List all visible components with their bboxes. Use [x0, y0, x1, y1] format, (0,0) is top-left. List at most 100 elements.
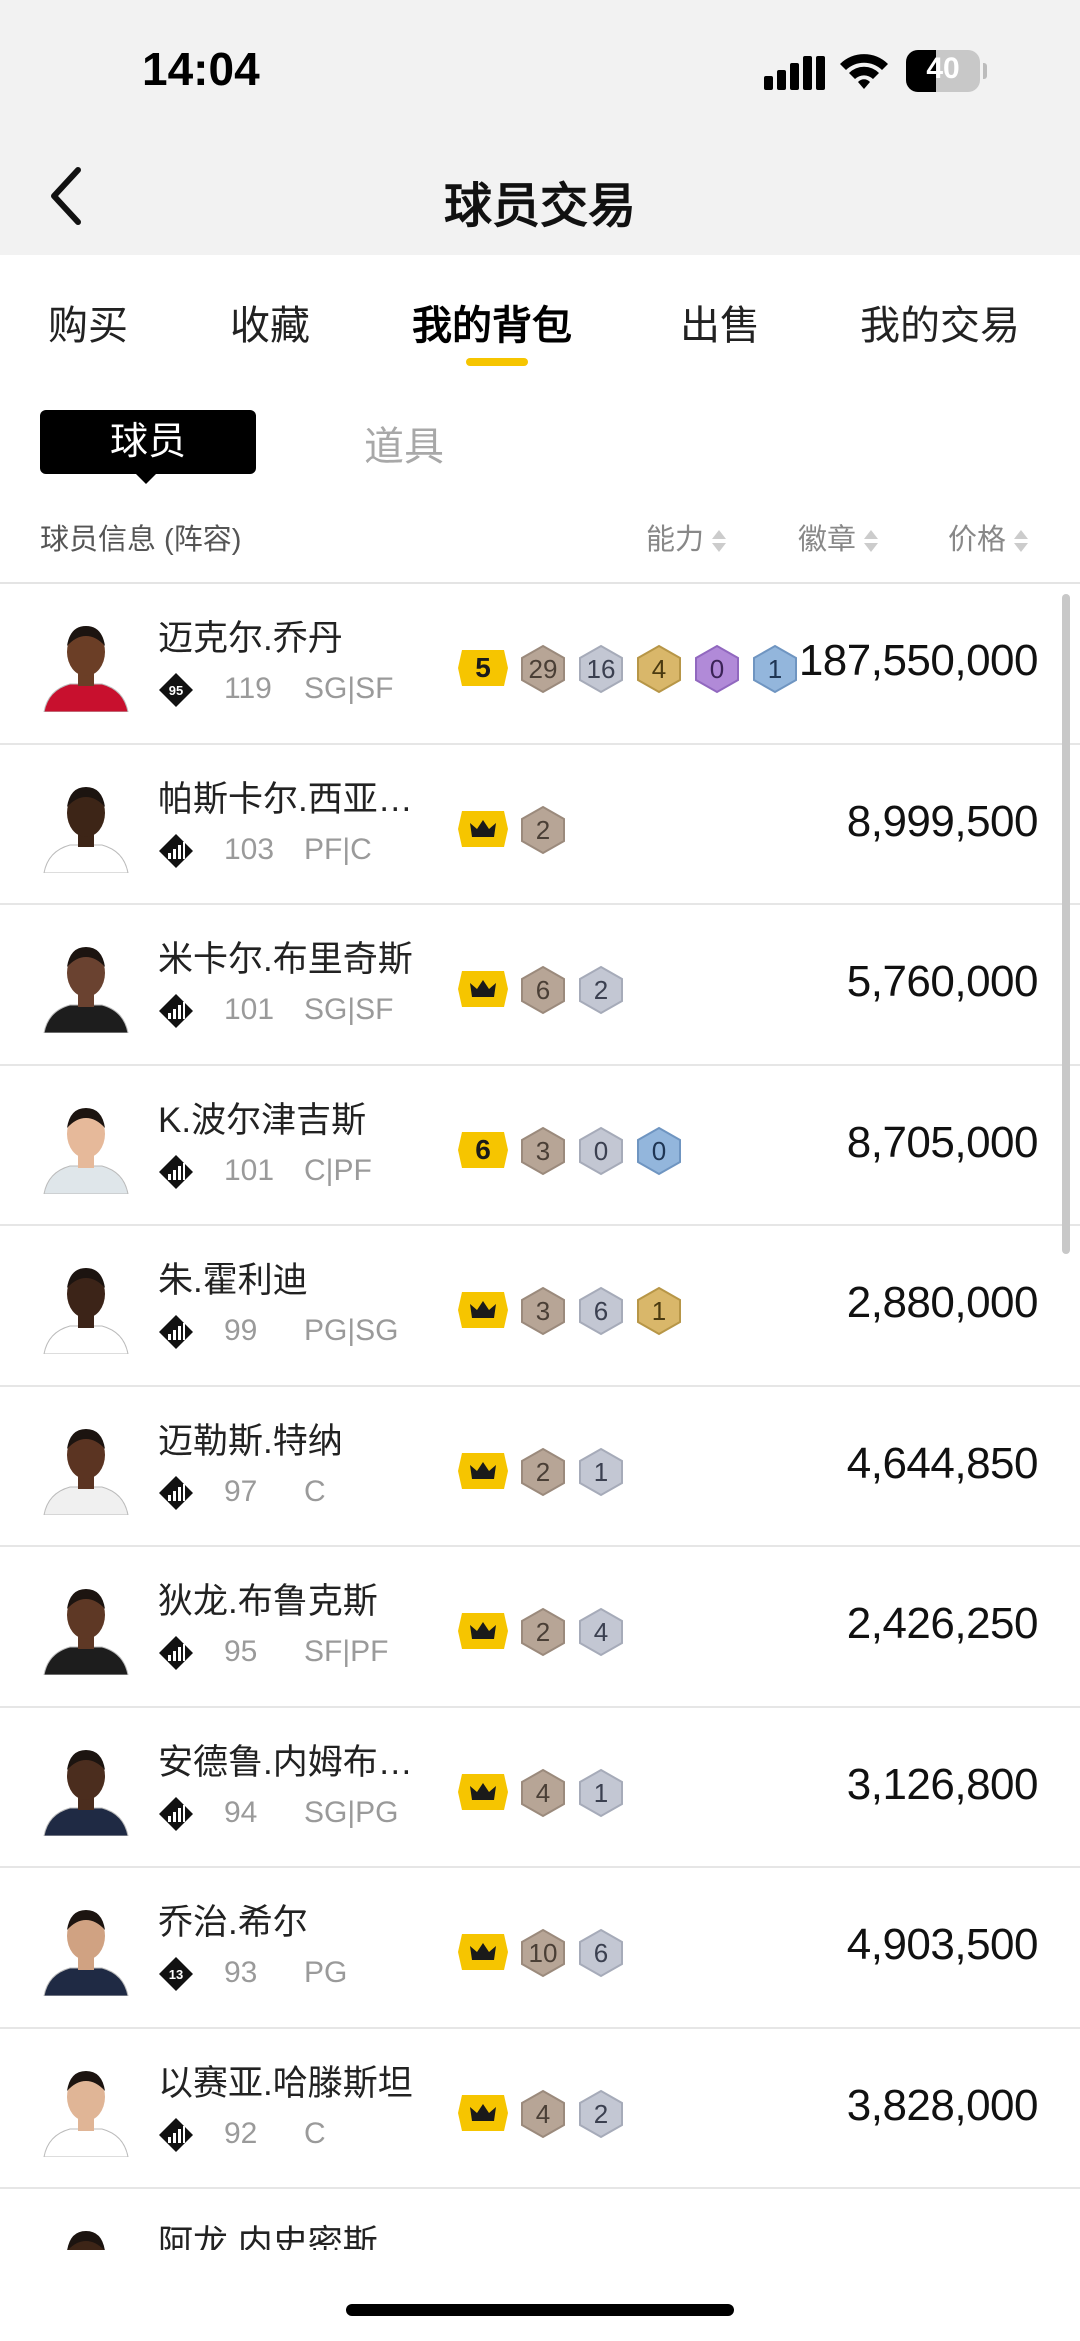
rank-diamond-icon: 95 [159, 673, 193, 707]
player-price: 2,426,250 [846, 1599, 1039, 1648]
player-rating: 97 [224, 1474, 258, 1508]
player-row[interactable]: 乔治.希尔 13 93 PG 10 6 4,903,500 [0, 1868, 1080, 2029]
rank-diamond-icon [159, 1154, 193, 1189]
badge-count: 1 [593, 1777, 609, 1808]
player-name: 阿龙.内史密斯 [158, 2224, 378, 2250]
scrollbar[interactable] [1062, 594, 1070, 1254]
badge-count: 4 [651, 654, 667, 684]
crown-icon [458, 1934, 508, 1970]
rank-diamond-icon [159, 1636, 193, 1670]
badge-count: 0 [651, 1135, 667, 1166]
sort-arrows-icon [712, 528, 727, 554]
column-ability-sort[interactable]: 能力 [646, 516, 727, 558]
rank-diamond-icon [159, 1475, 193, 1510]
wifi-icon [840, 54, 888, 89]
player-name: 朱.霍利迪 [158, 1261, 308, 1300]
svg-text:95: 95 [169, 683, 183, 698]
player-name: 乔治.希尔 [158, 1903, 308, 1942]
tab-favorites[interactable]: 收藏 [230, 293, 310, 351]
player-avatar [43, 2070, 129, 2157]
player-rating: 94 [224, 1795, 258, 1829]
rank-diamond-icon [159, 1796, 193, 1831]
player-avatar [43, 1910, 129, 1996]
badge-count: 2 [535, 814, 551, 845]
level-number: 5 [475, 652, 491, 683]
player-row[interactable]: K.波尔津吉斯 101 C|PF 6 3 0 0 8,705,000 [0, 1066, 1080, 1226]
battery-icon: 40 [906, 50, 987, 92]
crown-icon [458, 1452, 508, 1489]
player-rating: 95 [224, 1635, 258, 1668]
player-positions: C [304, 2116, 326, 2150]
column-price-sort[interactable]: 价格 [948, 516, 1029, 558]
player-price: 8,999,500 [846, 796, 1039, 846]
rank-diamond-icon [159, 1315, 193, 1349]
player-avatar [43, 786, 129, 873]
nav-bar: 球员交易 [0, 140, 1080, 255]
tab-sell[interactable]: 出售 [680, 293, 760, 351]
status-bar: 14:04 40 [0, 0, 1080, 140]
badge-count: 3 [535, 1135, 551, 1166]
player-row[interactable]: 狄龙.布鲁克斯 95 SF|PF 2 4 2,426,250 [0, 1547, 1080, 1708]
rank-diamond-icon [159, 994, 193, 1028]
player-price: 2,880,000 [846, 1278, 1039, 1327]
tab-my-backpack[interactable]: 我的背包 [412, 293, 572, 351]
player-avatar [43, 1589, 129, 1675]
crown-icon [458, 1613, 508, 1649]
player-positions: PF|C [304, 832, 372, 866]
segment-items[interactable]: 道具 [364, 414, 444, 472]
badge-count: 0 [709, 654, 725, 684]
player-price: 8,705,000 [846, 1117, 1039, 1167]
badge-count: 6 [593, 1938, 609, 1968]
player-row[interactable]: 米卡尔.布里奇斯 101 SG|SF 6 2 5,760,000 [0, 905, 1080, 1066]
badge-count: 4 [593, 1617, 609, 1647]
badge-count: 29 [528, 654, 558, 684]
cellular-signal-icon [764, 56, 825, 90]
badge-count: 1 [651, 1296, 667, 1326]
player-rating: 92 [224, 2116, 258, 2150]
player-rating: 103 [224, 832, 275, 866]
tab-buy[interactable]: 购买 [48, 293, 128, 351]
svg-text:13: 13 [169, 1967, 183, 1982]
player-avatar [43, 947, 129, 1033]
player-name: 米卡尔.布里奇斯 [158, 940, 413, 979]
tab-my-trades[interactable]: 我的交易 [860, 293, 1020, 351]
column-player-info: 球员信息 (阵容) [40, 524, 242, 556]
badge-count: 1 [767, 654, 783, 684]
player-name: 迈克尔.乔丹 [158, 619, 343, 658]
player-positions: SF|PF [304, 1635, 389, 1668]
player-price: 3,828,000 [846, 2080, 1039, 2130]
badge-count: 2 [593, 2098, 609, 2129]
sort-arrows-icon [1014, 528, 1029, 554]
sort-arrows-icon [864, 528, 879, 554]
player-price: 187,550,000 [798, 636, 1039, 685]
player-name: 帕斯卡尔.西亚… [158, 779, 413, 819]
player-row[interactable]: 迈克尔.乔丹 95 119 SG|SF 5 29 16 4 0 1 187,550,000 [0, 584, 1080, 745]
home-indicator[interactable] [346, 2304, 734, 2316]
player-row[interactable]: 朱.霍利迪 99 PG|SG 3 6 1 2,880,000 [0, 1226, 1080, 1387]
player-row[interactable]: 帕斯卡尔.西亚… 103 PF|C 2 8,999,500 [0, 745, 1080, 905]
status-time: 14:04 [142, 43, 260, 95]
level-number: 6 [475, 1133, 491, 1165]
page-title: 球员交易 [443, 180, 636, 233]
badge-count: 0 [593, 1135, 609, 1166]
player-positions: PG|SG [304, 1314, 399, 1347]
player-rating: 99 [224, 1314, 258, 1347]
segment-players[interactable]: 球员 [40, 410, 256, 474]
badge-count: 2 [535, 1617, 551, 1647]
player-avatar [43, 1268, 129, 1354]
badge-count: 4 [535, 1777, 551, 1808]
rank-diamond-icon: 13 [159, 1957, 193, 1991]
player-row[interactable]: 迈勒斯.特纳 97 C 2 1 4,644,850 [0, 1387, 1080, 1547]
crown-icon [458, 810, 508, 847]
player-row[interactable]: 以赛亚.哈滕斯坦 92 C 4 2 3,828,000 [0, 2029, 1080, 2189]
player-name: 狄龙.布鲁克斯 [158, 1582, 378, 1621]
rank-diamond-icon [159, 833, 193, 868]
crown-icon [458, 1773, 508, 1810]
player-name: 迈勒斯.特纳 [158, 1421, 343, 1461]
player-row[interactable]: 阿龙.内史密斯 [0, 2189, 1080, 2250]
column-badges-sort[interactable]: 徽章 [798, 516, 879, 558]
player-row[interactable]: 安德鲁.内姆布… 94 SG|PG 4 1 3,126,800 [0, 1708, 1080, 1868]
player-positions: SG|SF [304, 672, 394, 705]
player-name: K.波尔津吉斯 [158, 1100, 367, 1140]
player-price: 4,644,850 [846, 1438, 1039, 1488]
